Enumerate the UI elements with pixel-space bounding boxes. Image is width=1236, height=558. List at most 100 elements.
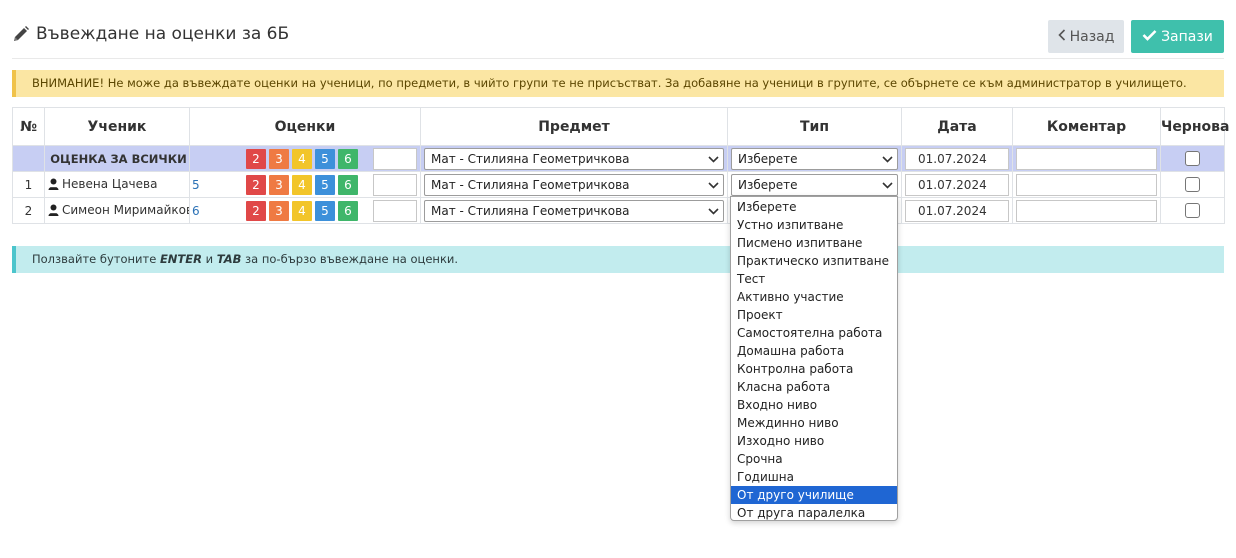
subject-select-value: Мат - Стилияна Геометричкова [431,151,630,166]
page-title: Въвеждане на оценки за 6Б [12,22,289,46]
date-input[interactable]: 01.07.2024 [905,147,1009,170]
subject-select[interactable]: Мат - Стилияна Геометричкова [424,199,724,222]
back-button-label: Назад [1069,28,1115,45]
type-option[interactable]: Изберете [731,198,897,216]
date-cell: 01.07.2024 [901,197,1013,224]
type-option[interactable]: Изходно ниво [731,432,897,450]
comment-input[interactable] [1016,199,1157,222]
type-option[interactable]: Входно ниво [731,396,897,414]
type-option[interactable]: Устно изпитване [731,216,897,234]
grade-input[interactable] [373,147,417,170]
type-option[interactable]: Домашна работа [731,342,897,360]
type-option[interactable]: Класна работа [731,378,897,396]
grade-5-button[interactable]: 5 [315,148,335,169]
save-button-label: Запази [1161,28,1213,45]
check-icon [1142,29,1157,45]
subject-cell: Мат - Стилияна Геометричкова [420,197,728,224]
grade-2-button[interactable]: 2 [246,200,266,221]
draft-checkbox[interactable] [1185,151,1200,166]
hint-key-tab: TAB [216,252,242,266]
type-option[interactable]: От друга паралелка [731,504,897,520]
comment-input[interactable] [1016,147,1157,170]
student-name: Невена Цачева [62,176,158,191]
type-select-value: Изберете [738,177,798,192]
subject-select[interactable]: Мат - Стилияна Геометричкова [424,147,724,170]
type-option-highlighted[interactable]: От друго училище [731,486,897,504]
back-button[interactable]: Назад [1048,20,1124,53]
grade-6-button[interactable]: 6 [338,174,358,195]
page-title-text: Въвеждане на оценки за 6Б [36,24,290,44]
type-option[interactable]: Тест [731,270,897,288]
pencil-icon [12,25,30,43]
type-option[interactable]: Проект [731,306,897,324]
draft-checkbox[interactable] [1185,177,1200,192]
grade-input[interactable] [373,173,417,196]
student-name: Симеон Миримайков [62,202,190,217]
subject-select[interactable]: Мат - Стилияна Геометричкова [424,173,724,196]
date-input[interactable]: 01.07.2024 [905,173,1009,196]
type-select-value: Изберете [738,151,798,166]
grade-2-button[interactable]: 2 [246,174,266,195]
comment-input[interactable] [1016,173,1157,196]
date-cell: 01.07.2024 [901,171,1013,198]
hint-key-enter: ENTER [159,252,202,266]
date-cell: 01.07.2024 [901,145,1013,172]
type-option[interactable]: Междинно ниво [731,414,897,432]
grades-cell: 6 2 3 4 5 6 [189,197,421,224]
draft-cell [1160,171,1225,198]
subject-cell: Мат - Стилияна Геометричкова [420,145,728,172]
header-type: Тип [727,107,902,146]
comment-cell [1012,171,1161,198]
chevron-down-icon [708,204,719,218]
type-option[interactable]: Годишна [731,468,897,486]
grade-3-button[interactable]: 3 [269,148,289,169]
type-select[interactable]: Изберете [731,147,898,170]
type-select-open[interactable]: Изберете [731,173,898,196]
grade-3-button[interactable]: 3 [269,174,289,195]
grade-4-button[interactable]: 4 [292,148,312,169]
table-header-row: № Ученик Оценки Предмет Тип Дата Комента… [12,107,1229,146]
type-option[interactable]: Писмено изпитване [731,234,897,252]
chevron-down-icon [708,152,719,166]
draft-checkbox[interactable] [1185,203,1200,218]
grade-6-button[interactable]: 6 [338,200,358,221]
draft-cell [1160,197,1225,224]
student-row: 1 Невена Цачева 5 2 3 4 5 6 Мат - Стилия… [12,171,1225,198]
row-number [12,145,45,172]
grade-6-button[interactable]: 6 [338,148,358,169]
type-option[interactable]: Активно участие [731,288,897,306]
hint-prefix: Ползвайте бутоните [32,252,160,266]
grade-5-button[interactable]: 5 [315,174,335,195]
save-button[interactable]: Запази [1131,20,1224,53]
grade-input[interactable] [373,199,417,222]
type-option[interactable]: Практическо изпитване [731,252,897,270]
header-draft: Чернова [1160,107,1229,146]
header-grades: Оценки [189,107,421,146]
subject-select-value: Мат - Стилияна Геометричкова [431,177,630,192]
existing-grade[interactable]: 5 [190,178,246,192]
grade-4-button[interactable]: 4 [292,174,312,195]
student-icon [48,178,59,193]
draft-cell [1160,145,1225,172]
row-number: 1 [12,171,45,198]
chevron-down-icon [882,178,893,192]
student-icon [48,204,59,219]
type-option[interactable]: Срочна [731,450,897,468]
header-date: Дата [901,107,1013,146]
comment-cell [1012,197,1161,224]
grade-3-button[interactable]: 3 [269,200,289,221]
grade-for-all-label: ОЦЕНКА ЗА ВСИЧКИ [44,145,190,172]
date-input[interactable]: 01.07.2024 [905,199,1009,222]
grade-2-button[interactable]: 2 [246,148,266,169]
chevron-left-icon [1057,28,1066,45]
type-dropdown-list: Изберете Устно изпитване Писмено изпитва… [730,196,898,521]
existing-grade[interactable]: 6 [190,204,246,218]
header-student: Ученик [44,107,190,146]
hint-mid: и [201,252,217,266]
subject-cell: Мат - Стилияна Геометричкова [420,171,728,198]
comment-cell [1012,145,1161,172]
type-option[interactable]: Самостоятелна работа [731,324,897,342]
type-option[interactable]: Контролна работа [731,360,897,378]
grade-5-button[interactable]: 5 [315,200,335,221]
grade-4-button[interactable]: 4 [292,200,312,221]
